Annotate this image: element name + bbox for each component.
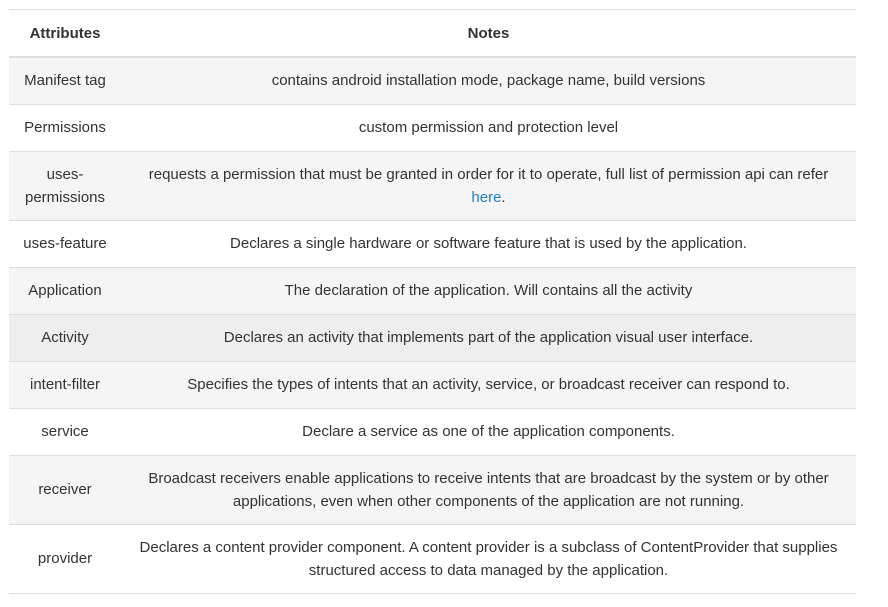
notes-cell: custom permission and protection level: [121, 104, 856, 152]
notes-cell: Declares a single hardware or software f…: [121, 220, 856, 268]
attribute-cell: uses-permissions: [9, 151, 121, 221]
attribute-cell: uses-feature: [9, 220, 121, 268]
attribute-cell: Application: [9, 267, 121, 315]
notes-cell: requests a permission that must be grant…: [121, 151, 856, 221]
table-row: Permissions custom permission and protec…: [9, 104, 856, 152]
attribute-cell: receiver: [9, 455, 121, 525]
notes-text-end: .: [501, 188, 506, 206]
table-row: service Declare a service as one of the …: [9, 408, 856, 456]
attribute-cell: Manifest tag: [9, 57, 121, 105]
attribute-cell: Activity: [9, 314, 121, 362]
notes-cell: Declares an activity that implements par…: [121, 314, 856, 362]
table-row-hovered: Activity Declares an activity that imple…: [9, 314, 856, 362]
attribute-cell: provider: [9, 524, 121, 594]
attribute-cell: intent-filter: [9, 361, 121, 409]
notes-cell: Declare a service as one of the applicat…: [121, 408, 856, 456]
notes-cell: Broadcast receivers enable applications …: [121, 455, 856, 525]
table-row: provider Declares a content provider com…: [9, 524, 856, 594]
header-attributes: Attributes: [9, 9, 121, 58]
attribute-cell: service: [9, 408, 121, 456]
table-row: intent-filter Specifies the types of int…: [9, 361, 856, 409]
attribute-cell: Permissions: [9, 104, 121, 152]
attributes-table: Attributes Notes Manifest tag contains a…: [9, 9, 856, 594]
table-row: Manifest tag contains android installati…: [9, 57, 856, 105]
notes-cell: Specifies the types of intents that an a…: [121, 361, 856, 409]
notes-cell: Declares a content provider component. A…: [121, 524, 856, 594]
header-notes: Notes: [121, 9, 856, 58]
table-row: uses-permissions requests a permission t…: [9, 151, 856, 221]
permission-api-link[interactable]: here: [471, 189, 501, 206]
notes-cell: The declaration of the application. Will…: [121, 267, 856, 315]
table-row: uses-feature Declares a single hardware …: [9, 220, 856, 268]
notes-cell: contains android installation mode, pack…: [121, 57, 856, 105]
table-row: receiver Broadcast receivers enable appl…: [9, 455, 856, 525]
table-row: Application The declaration of the appli…: [9, 267, 856, 315]
notes-text: requests a permission that must be grant…: [148, 165, 829, 183]
table-header-row: Attributes Notes: [9, 9, 856, 58]
attributes-table-container: Attributes Notes Manifest tag contains a…: [9, 9, 856, 594]
